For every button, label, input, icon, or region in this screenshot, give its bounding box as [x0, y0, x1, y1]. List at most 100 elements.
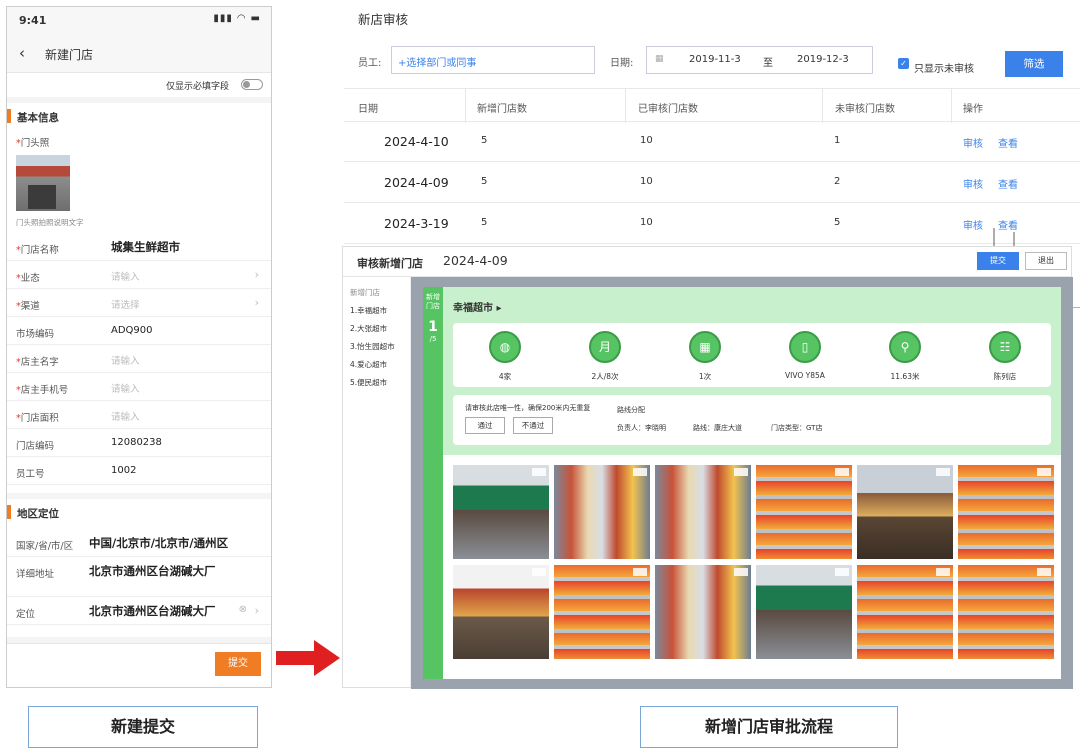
field-value[interactable]: 12080238 [111, 437, 162, 448]
row-pending: 1 [834, 135, 841, 146]
form-row[interactable]: 员工号 1002 [7, 457, 271, 485]
store-card: 幸福超市 ▸ ◍ 4家 月 2人/8次 ▦ 1次 ▯ VIVO Y85A ⚲ 11.63米 ☷ 陈列店… [443, 287, 1061, 679]
field-value[interactable]: 中国/北京市/北京市/通州区 [89, 535, 228, 551]
basic-fields: *门店名称 城集生鲜超市 *业态 请输入 › *渠道 请选择 › 市场编码 ADQ900 *店主名字… [7, 233, 271, 493]
store-summary: 幸福超市 ▸ ◍ 4家 月 2人/8次 ▦ 1次 ▯ VIVO Y85A ⚲ 11.63米 ☷ 陈列店… [443, 287, 1061, 455]
storefront-photo[interactable] [756, 565, 852, 659]
chevron-right-icon: › [254, 604, 259, 617]
field-value[interactable]: 请输入 [111, 353, 140, 367]
store-list-item[interactable]: 2.大张超市 [350, 323, 387, 334]
required-only-toggle-row: 仅显示必填字段 [7, 73, 271, 97]
dialog-exit-button[interactable]: 退出 [1025, 252, 1067, 270]
form-row[interactable]: *店主手机号 请输入 [7, 373, 271, 401]
form-row[interactable]: *店主名字 请输入 [7, 345, 271, 373]
shelf-photo[interactable] [554, 565, 650, 659]
storefront-photo[interactable] [453, 465, 549, 559]
calendar-icon: ▦ [655, 54, 664, 64]
date-range-input[interactable]: ▦ 2019-11-3 至 2019-12-3 [646, 46, 873, 74]
store-list-item[interactable]: 4.爱心超市 [350, 359, 387, 370]
form-row[interactable]: *渠道 请选择 › [7, 289, 271, 317]
reject-button[interactable]: 不通过 [513, 417, 553, 434]
status-bar: 9:41 ▮▮▮ ◠ ▬ [7, 7, 271, 35]
store-list-item[interactable]: 5.便民超市 [350, 377, 387, 388]
col-date: 日期 [358, 104, 378, 115]
field-label: 定位 [16, 609, 36, 620]
aisle-photo[interactable] [655, 465, 751, 559]
field-label: *店主名字 [16, 357, 59, 368]
store-list: 新增门店 1.幸福超市 2.大张超市 3.怡生园超市 4.爱心超市 5.便民超市 [343, 277, 411, 687]
flow-arrow-icon [276, 640, 340, 676]
table-header: 日期 新增门店数 已审核门店数 未审核门店数 操作 [344, 88, 1080, 123]
field-value[interactable]: 1002 [111, 465, 136, 476]
form-row[interactable]: *门店名称 城集生鲜超市 [7, 233, 271, 261]
decision-box: 请审核此店唯一性，确保200米内无重复 通过 不通过 路线分配 负责人：李晓明 … [453, 395, 1051, 445]
field-value[interactable]: 请输入 [111, 381, 140, 395]
field-value[interactable]: 北京市通州区台湖碱大厂 [89, 603, 216, 619]
dialog-submit-button[interactable]: 提交 [977, 252, 1019, 270]
field-label: *门店名称 [16, 245, 59, 256]
view-link[interactable]: 查看 [998, 135, 1018, 150]
dialog-date: 2024-4-09 [443, 253, 508, 268]
map-pin-icon: ⚲ [889, 331, 921, 363]
store-detail-area: 新增门店 1 /5 幸福超市 ▸ ◍ 4家 月 2人/8次 ▦ 1次 ▯ VIVO Y85A ⚲… [411, 277, 1073, 689]
back-icon[interactable]: ‹ [19, 44, 25, 62]
produce-photo[interactable] [857, 465, 953, 559]
region-row[interactable]: 定位 北京市通州区台湖碱大厂 ⊗ › [7, 597, 271, 625]
stat-label: VIVO Y85A [785, 371, 825, 380]
form-row[interactable]: *业态 请输入 › [7, 261, 271, 289]
region-row[interactable]: 国家/省/市/区 中国/北京市/北京市/通州区 [7, 529, 271, 557]
approve-button[interactable]: 通过 [465, 417, 505, 434]
dialog-title: 审核新增门店 [357, 257, 423, 270]
notice-text: 请审核此店唯一性，确保200米内无重复 [465, 404, 591, 412]
store-index-bar: 新增门店 1 /5 [423, 287, 443, 679]
dialog-header: 审核新增门店 2024-4-09 提交 退出 [343, 247, 1071, 277]
employee-picker[interactable]: +选择部门或同事 [391, 46, 595, 74]
field-value[interactable]: 北京市通州区台湖碱大厂 [89, 563, 216, 579]
region-row[interactable]: 详细地址 北京市通州区台湖碱大厂 [7, 557, 271, 597]
shelf-photo[interactable] [756, 465, 852, 559]
clear-icon[interactable]: ⊗ [239, 604, 247, 615]
field-label: *渠道 [16, 301, 40, 312]
page-title: 新建门店 [45, 48, 94, 62]
submit-button[interactable]: 提交 [215, 652, 261, 676]
required-only-switch[interactable] [241, 79, 263, 90]
field-value[interactable]: 请输入 [111, 269, 140, 283]
only-unreviewed-checkbox[interactable]: ✓ [898, 58, 909, 69]
photo-label: *门头照 [16, 138, 50, 149]
review-dialog: 审核新增门店 2024-4-09 提交 退出 新增门店 1.幸福超市 2.大张超市… [342, 246, 1073, 689]
view-link[interactable]: 查看 [998, 176, 1018, 191]
date-to-word: 至 [763, 58, 773, 69]
row-new: 5 [481, 176, 488, 187]
field-value[interactable]: 请输入 [111, 409, 140, 423]
row-reviewed: 10 [640, 176, 653, 187]
nav-bar: ‹ 新建门店 [7, 35, 271, 73]
store-list-item[interactable]: 3.怡生园超市 [350, 341, 395, 352]
field-value[interactable]: 请选择 [111, 297, 140, 311]
field-value[interactable]: ADQ900 [111, 325, 153, 336]
form-row[interactable]: 门店编码 12080238 [7, 429, 271, 457]
shelf-photo[interactable] [857, 565, 953, 659]
caption-left: 新建提交 [28, 706, 258, 748]
store-name[interactable]: 幸福超市 ▸ [453, 299, 502, 314]
shelf-photo[interactable] [958, 465, 1054, 559]
review-link[interactable]: 审核 [963, 135, 983, 150]
storefront-photo[interactable] [16, 155, 70, 211]
date-to: 2019-12-3 [797, 54, 849, 65]
form-row[interactable]: *门店面积 请输入 [7, 401, 271, 429]
filter-button[interactable]: 筛选 [1005, 51, 1063, 77]
badge-text: 新增门店 [426, 293, 440, 310]
region-fields: 国家/省/市/区 中国/北京市/北京市/通州区 详细地址 北京市通州区台湖碱大厂定位 北… [7, 525, 271, 637]
row-date: 2024-4-10 [384, 134, 449, 149]
review-link[interactable]: 审核 [963, 176, 983, 191]
aisle-photo[interactable] [655, 565, 751, 659]
aisle-photo[interactable] [554, 465, 650, 559]
storefront-inside-photo[interactable] [453, 565, 549, 659]
col-reviewed: 已审核门店数 [638, 104, 698, 115]
only-unreviewed-label: 只显示未审核 [914, 64, 974, 75]
shelf-photo[interactable] [958, 565, 1054, 659]
field-value[interactable]: 城集生鲜超市 [111, 239, 180, 255]
date-from: 2019-11-3 [689, 54, 741, 65]
form-row[interactable]: 市场编码 ADQ900 [7, 317, 271, 345]
store-list-item[interactable]: 1.幸福超市 [350, 305, 387, 316]
stat-label: 4家 [498, 372, 512, 381]
